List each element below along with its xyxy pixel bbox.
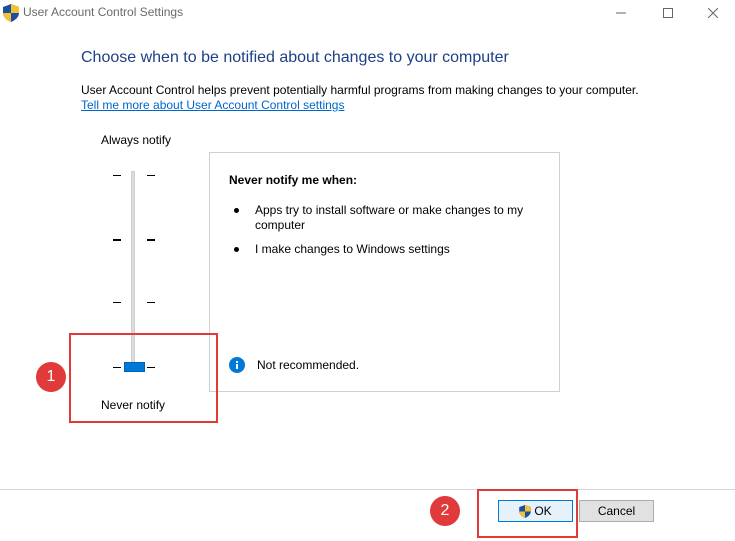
info-icon xyxy=(229,357,245,373)
cancel-button[interactable]: Cancel xyxy=(579,500,654,522)
bullet-dot xyxy=(234,208,239,213)
minimize-button[interactable] xyxy=(598,0,644,26)
annotation-box-slider xyxy=(69,333,218,423)
slider-top-label: Always notify xyxy=(101,133,172,147)
maximize-icon xyxy=(663,8,673,18)
ok-button-label: OK xyxy=(534,504,552,518)
annotation-badge-2: 2 xyxy=(430,496,460,526)
panel-bullet: Apps try to install software or make cha… xyxy=(255,203,524,232)
bullet-dot xyxy=(234,247,239,252)
slider-tick xyxy=(113,302,121,303)
minimize-icon xyxy=(616,12,626,14)
panel-title: Never notify me when: xyxy=(229,173,358,187)
footer-divider xyxy=(0,489,735,490)
window-title: User Account Control Settings xyxy=(23,5,184,19)
uac-shield-icon xyxy=(519,504,532,518)
close-icon xyxy=(708,8,718,18)
maximize-button[interactable] xyxy=(645,0,691,26)
slider-tick xyxy=(113,239,121,241)
slider-tick xyxy=(147,175,155,176)
learn-more-link[interactable]: Tell me more about User Account Control … xyxy=(81,98,344,112)
uac-shield-icon xyxy=(3,4,19,22)
cancel-button-label: Cancel xyxy=(597,504,636,518)
title-bar: User Account Control Settings xyxy=(0,0,735,26)
close-button[interactable] xyxy=(690,0,735,26)
slider-tick xyxy=(147,302,155,303)
panel-bullet: I make changes to Windows settings xyxy=(255,242,450,256)
annotation-badge-1: 1 xyxy=(36,362,66,392)
recommendation-status: Not recommended. xyxy=(257,358,360,372)
description-text: User Account Control helps prevent poten… xyxy=(81,83,639,97)
slider-tick xyxy=(147,239,155,241)
setting-description-panel: Never notify me when: Apps try to instal… xyxy=(209,152,560,392)
ok-button[interactable]: OK xyxy=(498,500,573,522)
page-heading: Choose when to be notified about changes… xyxy=(81,49,509,66)
slider-tick xyxy=(113,175,121,176)
